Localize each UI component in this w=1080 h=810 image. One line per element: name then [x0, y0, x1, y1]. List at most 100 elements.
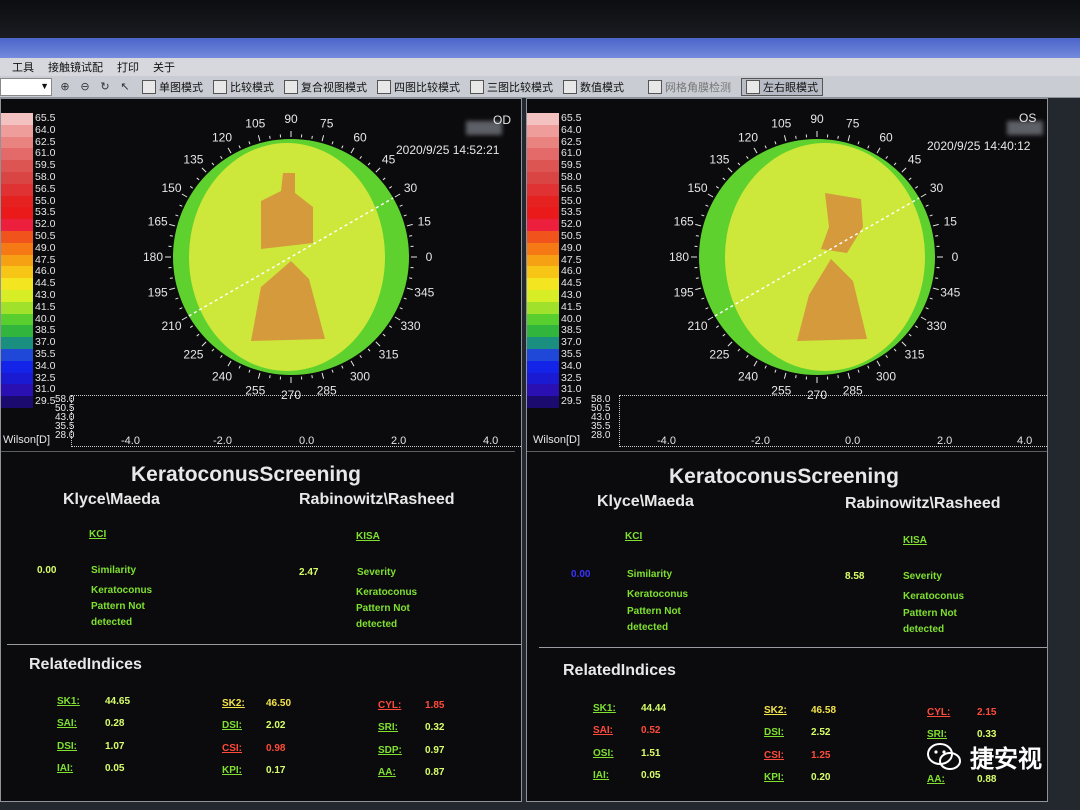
severity-label: Severity	[357, 567, 396, 578]
menu-item-contact-lens[interactable]: 接触镜试配	[48, 59, 103, 75]
scale-swatch	[527, 183, 559, 196]
kci-link[interactable]: KCI	[89, 529, 106, 540]
angle-tick	[399, 307, 403, 310]
index-csi-value: 0.98	[266, 743, 286, 754]
index-sk1-label[interactable]: SK1:	[57, 696, 80, 707]
index-cyl-label[interactable]: CYL:	[927, 707, 950, 718]
index-sdp-label[interactable]: SDP:	[378, 745, 402, 756]
angle-label: 105	[771, 117, 791, 131]
angle-tick	[399, 204, 403, 207]
scale-label: 34.0	[35, 359, 56, 372]
angle-tick	[403, 214, 407, 217]
scale-swatch	[1, 113, 33, 125]
index-sai-label[interactable]: SAI:	[593, 725, 613, 736]
index-iai-label[interactable]: IAI:	[57, 763, 73, 774]
index-csi-label[interactable]: CSI:	[222, 743, 242, 754]
index-cyl-label[interactable]: CYL:	[378, 700, 401, 711]
rabinowitz-header: Rabinowitz\Rasheed	[299, 491, 455, 508]
angle-tick	[783, 135, 787, 142]
three-compare-button[interactable]: 三图比较模式	[470, 79, 553, 95]
scale-label: 35.5	[35, 347, 56, 360]
index-aa-label[interactable]: AA:	[927, 774, 945, 785]
result-line3: detected	[903, 624, 945, 635]
index-iai-label[interactable]: IAI:	[593, 770, 609, 781]
angle-tick	[350, 147, 355, 154]
graph-x-label: -4.0	[657, 435, 676, 447]
angle-label: 15	[418, 214, 432, 228]
angle-tick	[409, 277, 413, 279]
index-kpi-label[interactable]: KPI:	[222, 765, 242, 776]
menu-item-about[interactable]: 关于	[153, 59, 175, 75]
divider	[527, 451, 1047, 452]
angle-tick	[795, 135, 797, 139]
scale-label: 50.5	[35, 229, 56, 242]
result-line1: Keratoconus	[356, 587, 418, 598]
angle-tick	[257, 135, 261, 142]
index-csi-value: 1.25	[811, 750, 831, 761]
index-sri-label[interactable]: SRI:	[378, 722, 398, 733]
scale-swatch	[527, 254, 559, 267]
kisa-link[interactable]: KISA	[356, 531, 380, 542]
scale-label: 29.5	[35, 395, 56, 408]
index-sai-value: 0.52	[641, 725, 661, 736]
related-indices-title: RelatedIndices	[563, 662, 676, 679]
left-right-eye-button[interactable]: 左右眼模式	[741, 77, 823, 96]
angle-tick	[189, 186, 193, 189]
single-view-label: 单图模式	[159, 81, 203, 94]
kisa-link[interactable]: KISA	[903, 535, 927, 546]
compare-mode-button[interactable]: 比较模式	[213, 79, 274, 95]
menu-item-tools[interactable]: 工具	[12, 59, 34, 75]
scale-label: 31.0	[561, 383, 582, 396]
klyce-header: Klyce\Maeda	[597, 493, 694, 510]
single-view-button[interactable]: 单图模式	[142, 79, 203, 95]
graph-x-label: -2.0	[213, 435, 232, 447]
index-sk2-label[interactable]: SK2:	[764, 705, 787, 716]
pointer-icon[interactable]: ↖	[118, 80, 132, 94]
scale-label: 65.5	[561, 112, 582, 124]
angle-tick	[857, 369, 860, 373]
angle-tick	[403, 297, 407, 300]
result-line1: Keratoconus	[903, 591, 965, 602]
refresh-icon[interactable]: ↻	[98, 80, 112, 94]
patient-select[interactable]: ▼	[0, 77, 52, 96]
index-sk2-value: 46.50	[266, 698, 292, 709]
composite-view-label: 复合视图模式	[301, 81, 367, 94]
index-cyl-value: 2.15	[977, 707, 997, 718]
angle-label: 150	[687, 181, 707, 195]
zoom-out-icon[interactable]: ⊖	[78, 80, 92, 94]
numeric-mode-button[interactable]: 数值模式	[563, 79, 624, 95]
severity-value: 2.47	[299, 567, 319, 578]
index-osi-label[interactable]: OSI:	[593, 748, 614, 759]
angle-tick	[331, 141, 334, 145]
index-csi-label[interactable]: CSI:	[764, 750, 784, 761]
grid-detect-button[interactable]: 网格角膜检测	[648, 79, 731, 95]
graph-x-label: 4.0	[483, 435, 499, 447]
scale-swatch	[527, 337, 559, 349]
index-sk1-label[interactable]: SK1:	[593, 703, 616, 714]
angle-tick	[201, 341, 207, 347]
index-kpi-label[interactable]: KPI:	[764, 772, 784, 783]
index-sk2-label[interactable]: SK2:	[222, 698, 245, 709]
index-dsi2-label[interactable]: DSI:	[222, 720, 242, 731]
zoom-in-icon[interactable]: ⊕	[58, 80, 72, 94]
left-right-eye-label: 左右眼模式	[763, 81, 818, 94]
scale-swatch	[1, 396, 33, 408]
scale-swatch	[527, 360, 559, 373]
scale-label: 35.5	[561, 347, 582, 360]
index-iai-value: 0.05	[105, 763, 125, 774]
composite-view-button[interactable]: 复合视图模式	[284, 79, 367, 95]
divider	[539, 647, 1047, 648]
index-dsi-label[interactable]: DSI:	[764, 727, 784, 738]
kci-link[interactable]: KCI	[625, 531, 642, 542]
angle-tick	[375, 167, 381, 173]
four-compare-button[interactable]: 四图比较模式	[377, 79, 460, 95]
scale-swatch	[1, 160, 33, 172]
index-sai-label[interactable]: SAI:	[57, 718, 77, 729]
menu-item-print[interactable]: 打印	[117, 59, 139, 75]
angle-label: 60	[879, 130, 893, 144]
angle-tick	[257, 372, 261, 379]
view-icon	[648, 79, 662, 94]
index-dsi-label[interactable]: DSI:	[57, 741, 77, 752]
scale-swatch	[527, 207, 559, 220]
index-aa-label[interactable]: AA:	[378, 767, 396, 778]
